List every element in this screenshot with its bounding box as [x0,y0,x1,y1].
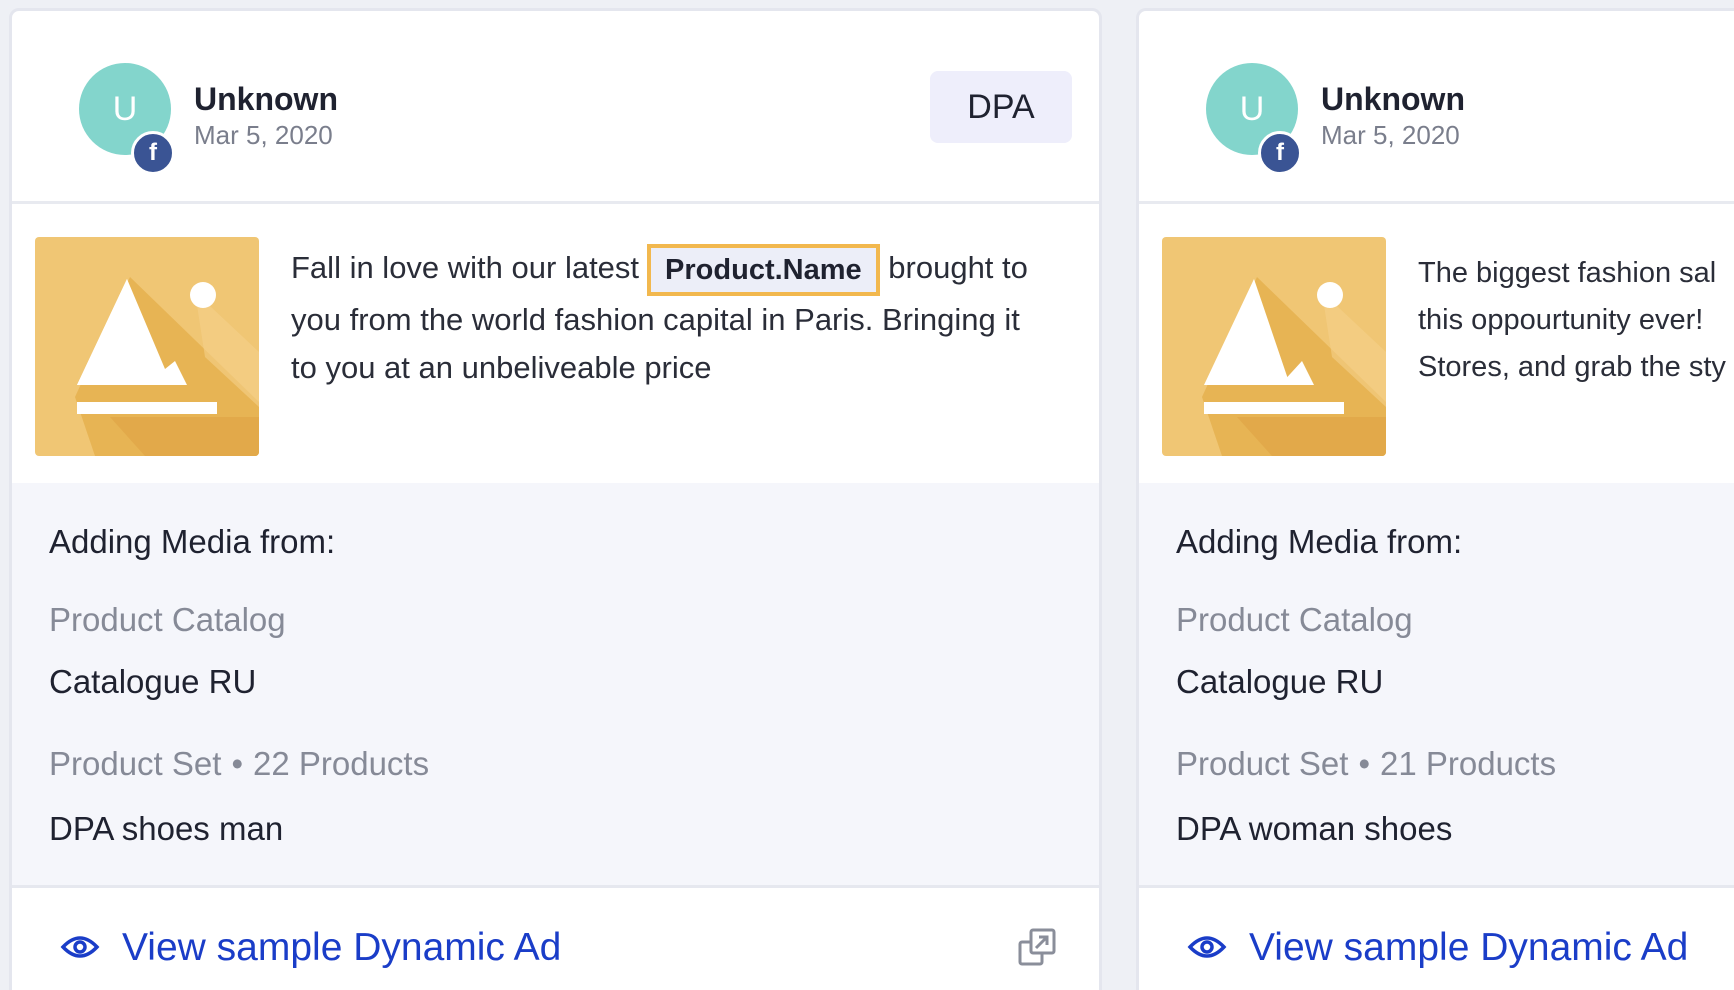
external-link-icon[interactable] [1018,928,1056,966]
ad-text-line: this oppourtunity ever! [1418,304,1704,336]
product-name-placeholder[interactable]: Product.Name [647,244,880,296]
product-catalog-label: Product Catalog [49,601,286,638]
product-count: 21 Products [1380,745,1557,782]
author-name: Unknown [194,81,338,117]
product-count: 22 Products [253,745,430,782]
product-catalog-value: Catalogue RU [49,663,257,700]
product-set-label: Product Set • 22 Products [49,745,429,783]
post-date: Mar 5, 2020 [1321,120,1460,150]
post-date: Mar 5, 2020 [194,120,333,150]
product-set-title: Product Set [49,745,222,782]
facebook-icon: f [1258,131,1302,175]
separator-dot: • [231,745,243,782]
view-sample-ad-link[interactable]: View sample Dynamic Ad [1249,926,1688,970]
product-set-title: Product Set [1176,745,1349,782]
media-source-panel: Adding Media from: Product Catalog Catal… [1139,483,1734,888]
eye-icon[interactable] [1187,932,1227,962]
ad-card-footer: View sample Dynamic Ad [1139,888,1734,990]
ad-text-line: Stores, and grab the sty [1418,351,1726,383]
product-catalog-label: Product Catalog [1176,601,1413,638]
facebook-icon: f [131,131,175,175]
ad-card-header: U f Unknown Mar 5, 2020 [1139,11,1734,204]
product-set-value: DPA shoes man [49,810,284,847]
ad-body-text: The biggest fashion sal this oppourtunit… [1418,250,1734,391]
ad-card-header: U f Unknown Mar 5, 2020 DPA [12,11,1099,204]
ad-card: U f Unknown Mar 5, 2020 DPA Fall in love… [9,8,1102,990]
separator-dot: • [1358,745,1370,782]
media-heading: Adding Media from: [1176,523,1463,560]
ad-card-footer: View sample Dynamic Ad [12,888,1099,990]
ad-body-text: Fall in love with our latest Product.Name… [291,244,1051,392]
product-set-value: DPA woman shoes [1176,810,1453,847]
image-placeholder-icon [1162,237,1386,456]
ad-text-line: The biggest fashion sal [1418,257,1717,289]
product-set-label: Product Set • 21 Products [1176,745,1556,783]
ad-content: The biggest fashion sal this oppourtunit… [1139,204,1734,483]
ad-content: Fall in love with our latest Product.Name… [12,204,1099,483]
ad-text-start: Fall in love with our latest [291,250,640,286]
view-sample-ad-link[interactable]: View sample Dynamic Ad [122,926,561,970]
product-catalog-value: Catalogue RU [1176,663,1384,700]
media-heading: Adding Media from: [49,523,336,560]
ad-card: U f Unknown Mar 5, 2020 The biggest fash… [1136,8,1734,990]
eye-icon[interactable] [60,932,100,962]
ad-type-badge: DPA [930,71,1072,143]
author-name: Unknown [1321,81,1465,117]
media-source-panel: Adding Media from: Product Catalog Catal… [12,483,1099,888]
ad-preview-canvas: U f Unknown Mar 5, 2020 DPA Fall in love… [0,0,1734,990]
image-placeholder-icon [35,237,259,456]
